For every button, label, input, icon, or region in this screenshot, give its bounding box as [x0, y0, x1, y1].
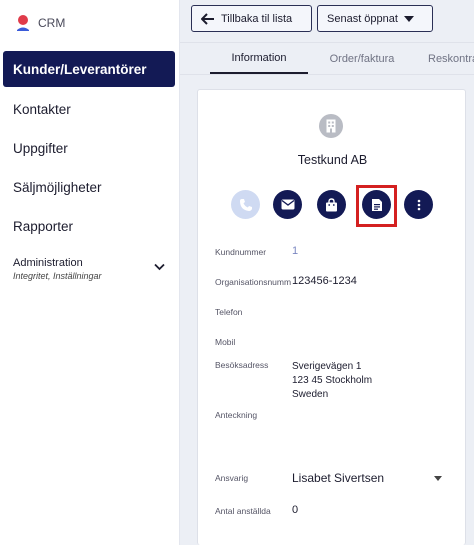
sidebar-item-kunder[interactable]: Kunder/Leverantörer — [3, 51, 175, 87]
address-line: Sweden — [292, 389, 329, 400]
customer-number-value[interactable]: 1 — [292, 245, 298, 257]
tab-information[interactable]: Information — [210, 43, 308, 74]
responsible-select[interactable]: Lisabet Sivertsen — [292, 471, 432, 485]
tab-bar: Information Order/faktura Reskontra — [180, 42, 474, 75]
brand[interactable]: CRM — [16, 14, 65, 32]
org-number-value: 123456-1234 — [292, 275, 357, 287]
more-vertical-icon — [417, 199, 420, 210]
recently-opened-label: Senast öppnat — [327, 12, 398, 25]
recently-opened-button[interactable]: Senast öppnat — [317, 5, 433, 32]
invoice-button[interactable] — [362, 190, 391, 219]
chevron-down-icon — [154, 263, 165, 271]
order-button[interactable] — [317, 190, 346, 219]
admin-title: Administration — [13, 257, 83, 269]
responsible-label: Ansvarig — [215, 473, 249, 483]
building-icon — [319, 114, 343, 138]
sidebar: CRM Kunder/Leverantörer Kontakter Uppgif… — [0, 0, 180, 545]
visiting-address-label: Besöksadress — [215, 360, 269, 370]
address-line: 123 45 Stockholm — [292, 375, 373, 386]
more-actions-button[interactable] — [404, 190, 433, 219]
person-pin-icon — [17, 15, 29, 31]
mobile-label: Mobil — [215, 337, 236, 347]
customer-card: Testkund AB Kundnummer 1 Organisationsnu… — [197, 89, 466, 545]
caret-down-icon[interactable] — [434, 476, 442, 481]
org-number-label: Organisationsnummer — [215, 277, 291, 287]
call-button[interactable] — [231, 190, 260, 219]
customer-number-label: Kundnummer — [215, 247, 267, 257]
address-line: Sverigevägen 1 — [292, 361, 362, 372]
sidebar-item-saljmojligheter[interactable]: Säljmöjligheter — [0, 169, 180, 205]
document-icon — [371, 198, 382, 211]
employee-count-label: Antal anställda — [215, 506, 271, 516]
tab-reskontra[interactable]: Reskontra — [428, 43, 474, 74]
back-to-list-label: Tillbaka til lista — [221, 12, 293, 25]
phone-label: Telefon — [215, 307, 243, 317]
admin-subtitle: Integritet, Inställningar — [13, 271, 102, 281]
brand-label: CRM — [38, 16, 66, 30]
toolbar: Tillbaka til lista Senast öppnat — [180, 0, 474, 42]
visiting-address-value: Sverigevägen 1 123 45 Stockholm Sweden — [292, 360, 372, 402]
sidebar-item-kontakter[interactable]: Kontakter — [0, 91, 180, 127]
shopping-bag-icon — [326, 197, 337, 211]
email-icon — [281, 199, 294, 210]
sidebar-item-administration[interactable]: Administration Integritet, Inställningar — [13, 257, 173, 281]
phone-icon — [239, 198, 252, 211]
tab-order-faktura[interactable]: Order/faktura — [318, 43, 406, 74]
sidebar-item-rapporter[interactable]: Rapporter — [0, 208, 180, 244]
note-label: Anteckning — [215, 410, 258, 420]
email-button[interactable] — [273, 190, 302, 219]
company-name: Testkund AB — [297, 153, 368, 167]
back-to-list-button[interactable]: Tillbaka til lista — [191, 5, 312, 32]
caret-down-icon — [403, 15, 414, 22]
employee-count-value: 0 — [292, 504, 299, 516]
arrow-left-icon — [201, 12, 214, 25]
sidebar-item-uppgifter[interactable]: Uppgifter — [0, 130, 180, 166]
